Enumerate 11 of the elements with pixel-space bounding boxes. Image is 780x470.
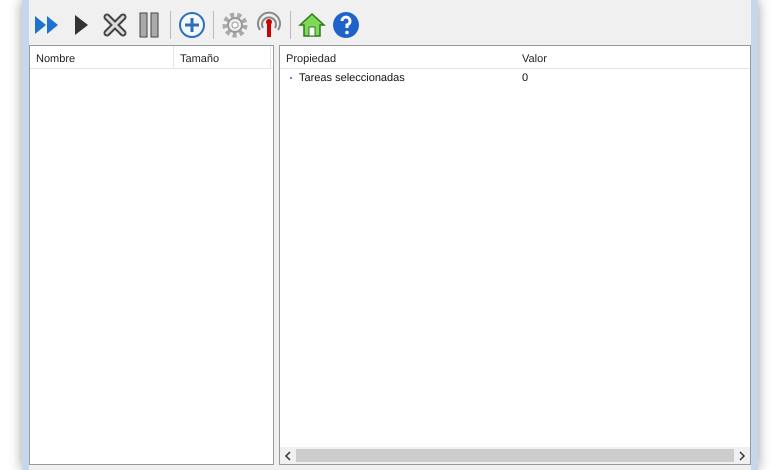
home-icon[interactable]	[297, 10, 327, 40]
column-header[interactable]: Valor	[516, 46, 750, 68]
plus-icon[interactable]	[177, 10, 207, 40]
column-header[interactable]: Nombre	[30, 46, 174, 68]
help-icon[interactable]	[331, 10, 361, 40]
horizontal-scrollbar[interactable]	[280, 447, 750, 464]
property-value: 0	[521, 70, 530, 86]
column-header[interactable]: Tamaño	[174, 46, 271, 68]
antenna-icon[interactable]	[254, 10, 284, 40]
column-header[interactable]: Propiedad	[280, 46, 516, 68]
property-name: Tareas seleccionadas	[299, 70, 405, 86]
